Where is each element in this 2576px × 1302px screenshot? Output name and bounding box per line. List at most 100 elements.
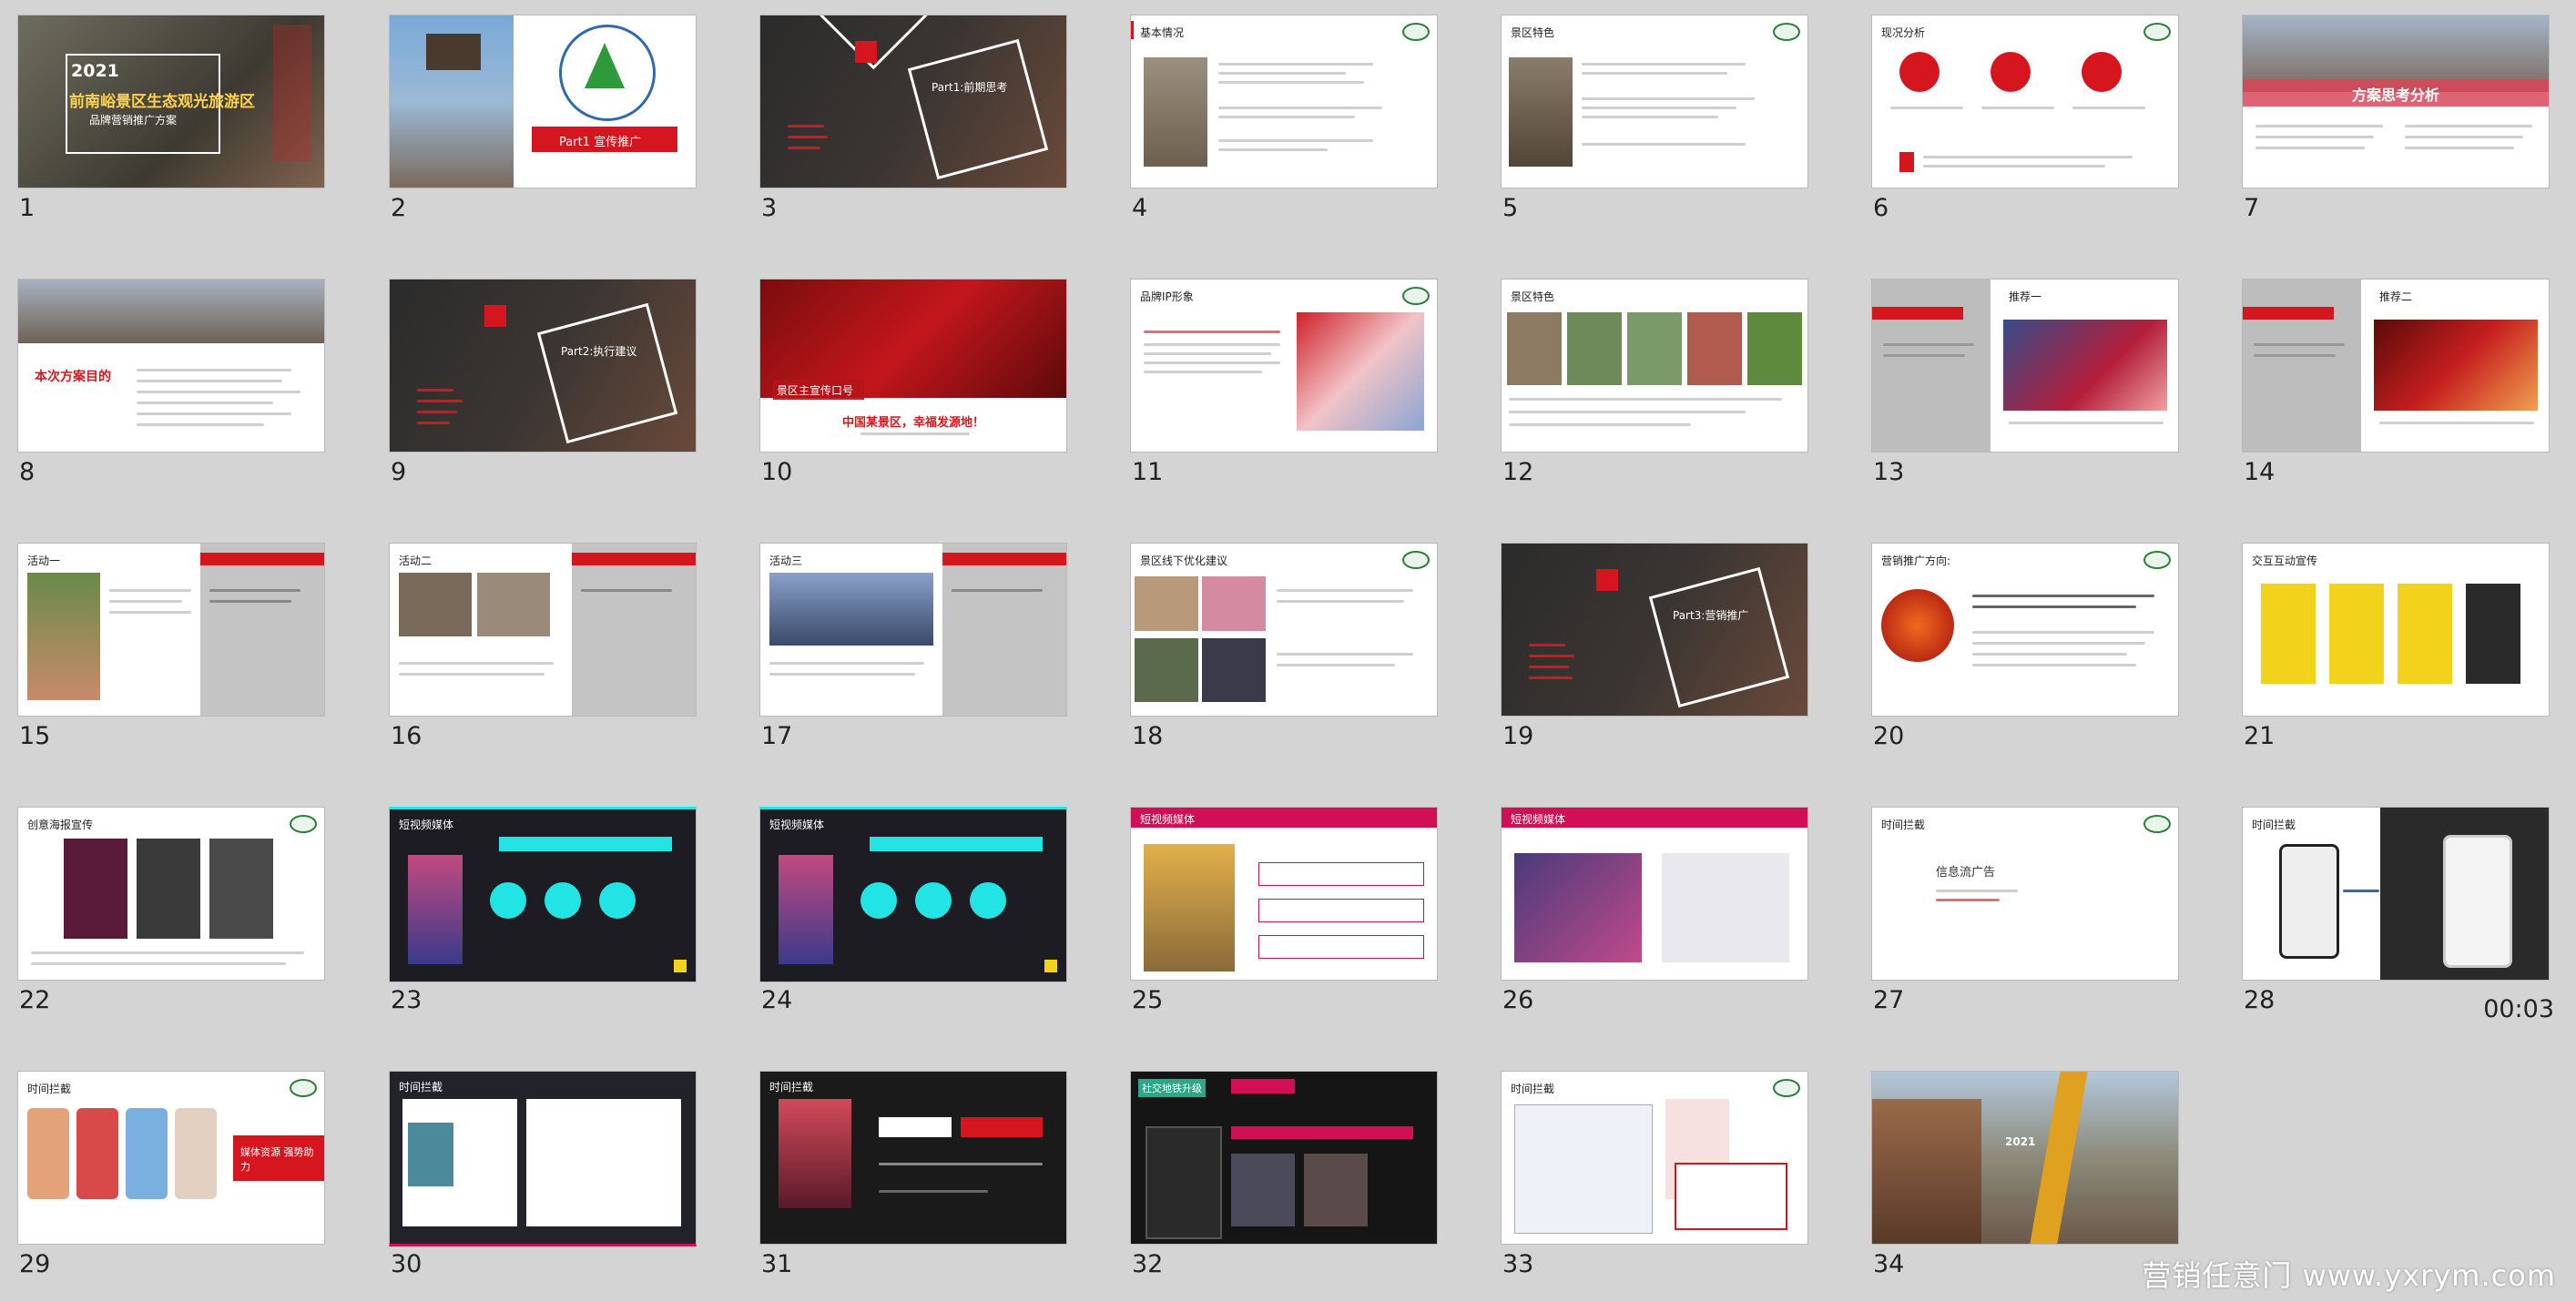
slide-thumbnail[interactable]: 时间拦截 媒体资源 强势助力 bbox=[17, 1071, 325, 1245]
slide-number: 9 bbox=[391, 458, 407, 486]
slide-number: 34 bbox=[1873, 1250, 1905, 1278]
slide-thumbnail[interactable]: 创意海报宣传 bbox=[17, 807, 325, 981]
slide-thumbnail[interactable]: 品牌IP形象 bbox=[1130, 279, 1438, 453]
slide-number: 20 bbox=[1873, 722, 1905, 750]
slide-thumbnail[interactable]: 时间拦截 bbox=[2242, 807, 2550, 981]
slide-number: 16 bbox=[391, 722, 423, 750]
slide-title: 短视频媒体 bbox=[769, 819, 825, 831]
slide-tag: Part2:执行建议 bbox=[561, 345, 637, 358]
slide-tag: Part1:前期思考 bbox=[932, 81, 1008, 94]
slide-title: 社交地铁升级 bbox=[1138, 1079, 1206, 1097]
slide-thumbnail[interactable]: 时间拦截 信息流广告 bbox=[1871, 807, 2179, 981]
slide-title: 前南峪景区生态观光旅游区 bbox=[69, 93, 255, 111]
slide-number: 1 bbox=[19, 194, 36, 222]
slide-title: 交互互动宣传 bbox=[2252, 554, 2318, 567]
slide-title: 方案思考分析 bbox=[2352, 86, 2440, 104]
slide-title: 基本情况 bbox=[1140, 26, 1185, 39]
slide-side-text: 媒体资源 强势助力 bbox=[240, 1146, 314, 1173]
slide-thumbnail[interactable]: Part3:营销推广 bbox=[1501, 543, 1808, 717]
slide-thumbnail[interactable]: 推荐一 bbox=[1871, 279, 2179, 453]
slide-thumbnail[interactable]: 景区线下优化建议 bbox=[1130, 543, 1438, 717]
slide-thumbnail[interactable]: 2021 前南峪景区生态观光旅游区 品牌营销推广方案 bbox=[17, 15, 325, 188]
slide-title: 时间拦截 bbox=[769, 1081, 814, 1093]
slide-thumbnail[interactable]: 活动二 bbox=[389, 543, 697, 717]
slide-thumbnail[interactable]: 短视频媒体 bbox=[389, 807, 697, 982]
slide-number: 29 bbox=[19, 1250, 51, 1278]
slide-number: 4 bbox=[1132, 194, 1148, 222]
slide-number: 22 bbox=[19, 986, 51, 1014]
slide-title: 时间拦截 bbox=[1881, 819, 1926, 831]
slide-year: 2021 bbox=[2005, 1135, 2036, 1148]
slide-title: 品牌IP形象 bbox=[1140, 290, 1194, 303]
slide-title: 时间拦截 bbox=[2252, 819, 2296, 831]
slide-number: 24 bbox=[761, 986, 793, 1014]
slide-thumbnail[interactable]: 时间拦截 bbox=[759, 1071, 1067, 1245]
slide-tag: Part1 宣传推广 bbox=[559, 136, 642, 149]
slide-thumbnail[interactable]: 景区主宣传口号 中国某景区，幸福发源地！ bbox=[759, 279, 1067, 453]
slide-thumbnail[interactable]: 活动三 bbox=[759, 543, 1067, 717]
slide-thumbnail[interactable]: Part2:执行建议 bbox=[389, 279, 697, 453]
slide-label: 景区主宣传口号 bbox=[777, 384, 854, 397]
slide-thumbnail[interactable]: 景区特色 bbox=[1501, 15, 1808, 188]
slide-thumbnail[interactable]: 营销推广方向: bbox=[1871, 543, 2179, 717]
slide-thumbnail[interactable]: 现况分析 bbox=[1871, 15, 2179, 188]
slide-thumbnail[interactable]: 时间拦截 bbox=[1501, 1071, 1808, 1245]
slide-year: 2021 bbox=[71, 61, 119, 81]
slide-number: 30 bbox=[391, 1250, 423, 1278]
slide-thumbnail[interactable]: 2021 bbox=[1871, 1071, 2179, 1245]
slide-number: 5 bbox=[1502, 194, 1519, 222]
slide-number: 13 bbox=[1873, 458, 1905, 486]
slide-thumbnail[interactable]: 基本情况 bbox=[1130, 15, 1438, 188]
slide-title: 短视频媒体 bbox=[1140, 813, 1196, 826]
slide-number: 28 bbox=[2244, 986, 2276, 1014]
slide-tag: Part3:营销推广 bbox=[1673, 609, 1749, 622]
slide-number: 33 bbox=[1502, 1250, 1534, 1278]
slide-body: 信息流广告 bbox=[1936, 866, 1996, 880]
slide-number: 2 bbox=[391, 194, 407, 222]
slide-number: 25 bbox=[1132, 986, 1164, 1014]
slide-title: 推荐二 bbox=[2379, 290, 2413, 303]
slide-thumbnail[interactable]: Part1 宣传推广 bbox=[389, 15, 697, 188]
slide-title: 短视频媒体 bbox=[1511, 813, 1566, 826]
slide-number: 19 bbox=[1502, 722, 1534, 750]
slide-title: 时间拦截 bbox=[27, 1083, 72, 1095]
slide-thumbnail[interactable]: 方案思考分析 bbox=[2242, 15, 2550, 188]
slide-number: 10 bbox=[761, 458, 793, 486]
slide-title: 现况分析 bbox=[1881, 26, 1926, 39]
slide-thumbnail[interactable]: 短视频媒体 bbox=[1130, 807, 1438, 981]
slide-title: 创意海报宣传 bbox=[27, 819, 94, 831]
slide-thumbnail[interactable]: 推荐二 bbox=[2242, 279, 2550, 453]
slide-thumbnail[interactable]: 短视频媒体 bbox=[1501, 807, 1808, 981]
slide-thumbnail[interactable]: 本次方案目的 bbox=[17, 279, 325, 453]
slide-number: 32 bbox=[1132, 1250, 1164, 1278]
slide-number: 14 bbox=[2244, 458, 2276, 486]
slide-sorter-grid: 2021 前南峪景区生态观光旅游区 品牌营销推广方案 1 Part1 宣传推广 … bbox=[0, 0, 2576, 1302]
slide-thumbnail[interactable]: Part1:前期思考 bbox=[759, 15, 1067, 188]
slide-title: 时间拦截 bbox=[1511, 1083, 1555, 1095]
slide-number: 12 bbox=[1502, 458, 1534, 486]
slide-number: 18 bbox=[1132, 722, 1164, 750]
slide-number: 31 bbox=[761, 1250, 793, 1278]
slide-number: 11 bbox=[1132, 458, 1164, 486]
slide-number: 26 bbox=[1502, 986, 1534, 1014]
playback-timer: 00:03 bbox=[2483, 995, 2554, 1023]
slide-thumbnail[interactable]: 交互互动宣传 bbox=[2242, 543, 2550, 717]
slide-number: 15 bbox=[19, 722, 51, 750]
slide-title: 短视频媒体 bbox=[399, 819, 454, 831]
slide-title: 推荐一 bbox=[2009, 290, 2042, 303]
slide-number: 6 bbox=[1873, 194, 1889, 222]
slide-number: 23 bbox=[391, 986, 423, 1014]
slide-title: 景区线下优化建议 bbox=[1140, 554, 1228, 567]
slide-thumbnail[interactable]: 景区特色 bbox=[1501, 279, 1808, 453]
slide-number: 27 bbox=[1873, 986, 1905, 1014]
slide-thumbnail[interactable]: 短视频媒体 bbox=[759, 807, 1067, 982]
slide-subtitle: 品牌营销推广方案 bbox=[89, 114, 178, 127]
slide-thumbnail[interactable]: 社交地铁升级 bbox=[1130, 1071, 1438, 1245]
slide-number: 17 bbox=[761, 722, 793, 750]
slide-title: 活动一 bbox=[27, 554, 61, 567]
slide-title: 活动二 bbox=[399, 554, 433, 567]
slide-thumbnail[interactable]: 活动一 bbox=[17, 543, 325, 717]
slide-number: 7 bbox=[2244, 194, 2260, 222]
slide-number: 21 bbox=[2244, 722, 2276, 750]
slide-thumbnail[interactable]: 时间拦截 bbox=[389, 1071, 697, 1246]
